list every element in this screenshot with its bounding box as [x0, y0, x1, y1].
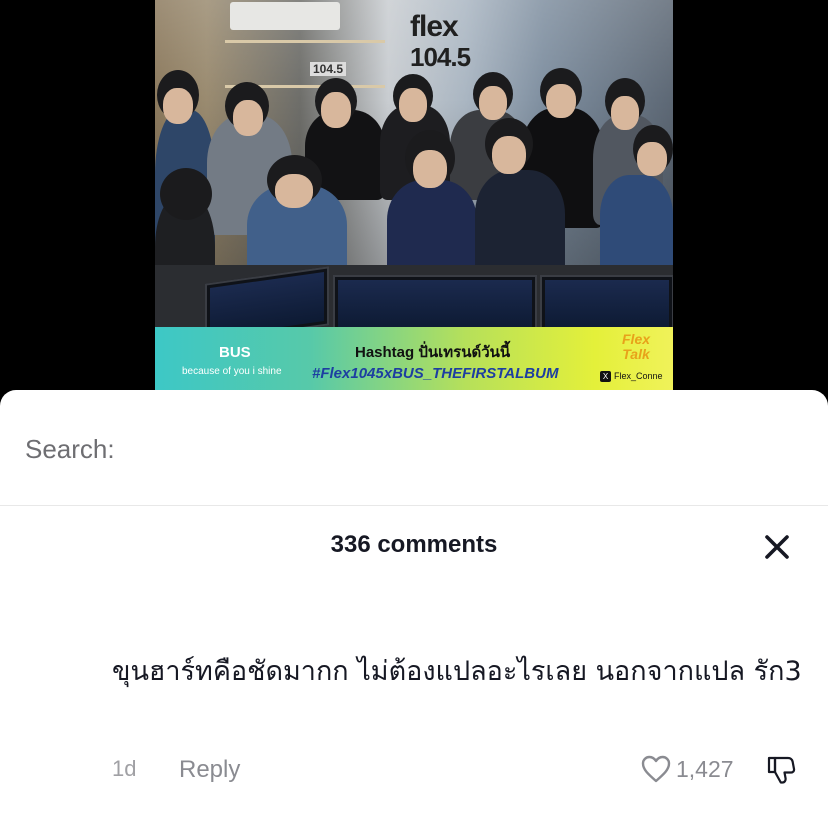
broadcast-banner: BUS because of you i shine Hashtag ปั่นเ…	[155, 327, 673, 390]
like-count: 1,427	[676, 756, 734, 782]
video-frame[interactable]: 104.5 flex 104.5 BUS because of you i sh…	[155, 0, 673, 390]
person-figure	[475, 170, 565, 280]
station-logo: flex 104.5	[410, 10, 471, 73]
band-subtitle: because of you i shine	[182, 366, 282, 377]
social-handle: Flex_Conne	[614, 371, 663, 381]
person-face	[275, 174, 313, 208]
person-face	[492, 136, 526, 174]
shelf-number-sign: 104.5	[310, 62, 347, 76]
show-name-line1: Flex	[622, 331, 651, 347]
search-label: Search:	[25, 434, 115, 464]
thumbs-down-icon	[767, 756, 796, 784]
studio-monitor	[540, 275, 673, 334]
video-player[interactable]: 104.5 flex 104.5 BUS because of you i sh…	[0, 0, 828, 395]
show-name: Flex Talk	[622, 332, 650, 362]
like-button[interactable]	[640, 754, 672, 784]
comments-count-title: 336 comments	[330, 531, 498, 558]
person-face	[479, 86, 507, 120]
person-face	[611, 96, 639, 130]
dislike-button[interactable]	[766, 754, 796, 786]
search-bar[interactable]: Search:	[0, 390, 828, 505]
comment-timestamp: 1d	[112, 756, 137, 781]
x-icon: X	[600, 371, 611, 382]
heart-icon	[641, 755, 671, 783]
studio-monitor	[333, 275, 537, 334]
band-name: BUS	[219, 344, 251, 361]
person-face	[413, 150, 447, 188]
divider	[0, 505, 828, 506]
reply-button[interactable]: Reply	[179, 756, 240, 784]
show-name-line2: Talk	[622, 346, 650, 362]
person-face	[233, 100, 263, 136]
person-figure	[600, 175, 673, 275]
studio-shelf	[225, 40, 385, 88]
person-face	[637, 142, 667, 176]
hashtag-text: #Flex1045xBUS_THEFIRSTALBUM	[312, 365, 559, 382]
person-face	[399, 88, 427, 122]
person-face	[546, 84, 576, 118]
person-face	[321, 92, 351, 128]
close-button[interactable]	[760, 530, 794, 564]
air-conditioner	[230, 2, 340, 30]
close-icon	[765, 535, 789, 559]
hashtag-label: Hashtag ปั่นเทรนด์วันนี้	[355, 344, 511, 361]
comments-sheet: Search: 336 comments ขุนฮาร์ทคือชัดมากก …	[0, 390, 828, 816]
station-logo-line1: flex	[410, 10, 459, 43]
person-head	[160, 168, 212, 220]
station-logo-line2: 104.5	[410, 42, 471, 72]
comment-text: ขุนฮาร์ทคือชัดมากก ไม่ต้องแปลอะไรเลย นอก…	[112, 656, 802, 687]
person-face	[163, 88, 193, 124]
